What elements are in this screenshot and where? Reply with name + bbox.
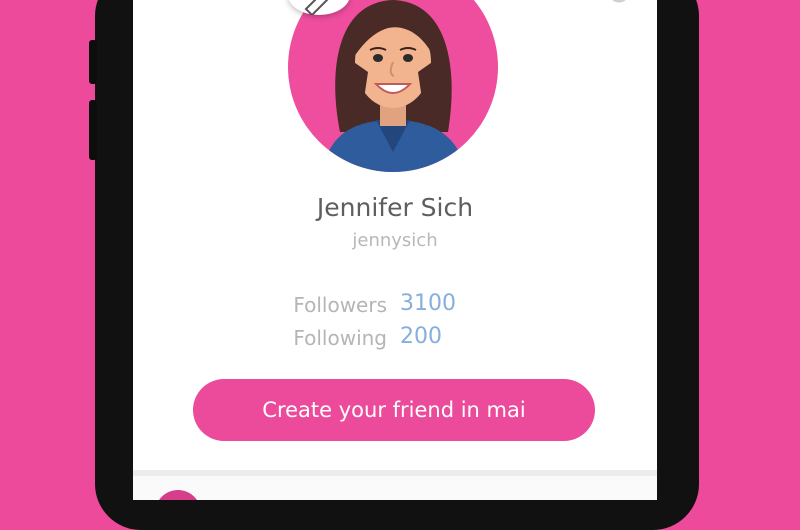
profile-screen: Jennifer Sich jennysich Followers 3100 F… — [133, 0, 657, 500]
following-count[interactable]: 200 — [400, 324, 442, 349]
create-friend-button[interactable]: Create your friend in mai — [193, 379, 595, 441]
edit-avatar-button[interactable] — [288, 0, 350, 17]
pencil-icon — [304, 0, 329, 17]
gear-icon[interactable] — [603, 0, 635, 8]
avatar-illustration — [323, 0, 466, 172]
phone-side-button — [89, 100, 97, 160]
avatar — [155, 490, 201, 500]
followers-count[interactable]: 3100 — [400, 291, 456, 316]
following-label: Following — [293, 326, 387, 350]
profile-name: Jennifer Sich — [316, 193, 474, 222]
avatar[interactable] — [288, 0, 498, 172]
followers-label: Followers — [293, 293, 387, 317]
profile-username: jennysich — [352, 230, 438, 251]
list-item[interactable] — [133, 476, 657, 500]
phone-side-button — [89, 40, 97, 84]
